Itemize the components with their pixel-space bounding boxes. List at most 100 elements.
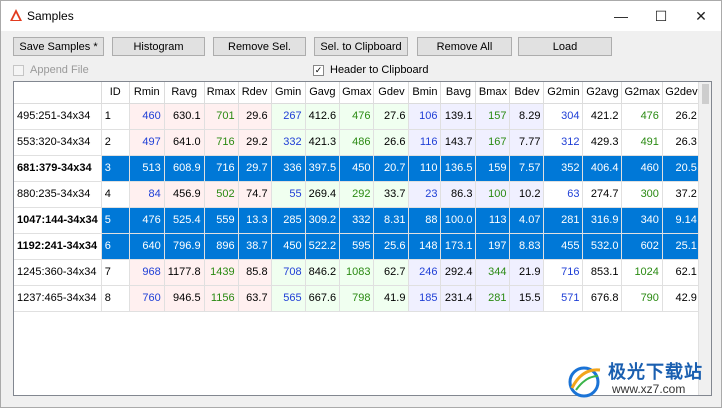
row-label[interactable]: 880:235-34x34 [14, 181, 102, 208]
column-header-g2dev[interactable]: G2dev [662, 82, 701, 104]
cell-bmin: 23 [408, 181, 442, 208]
table-row[interactable]: 880:235-34x34 4 84 456.9 502 74.7 55 269.4 292 33… [14, 181, 701, 208]
histogram-button[interactable]: Histogram [112, 37, 205, 56]
cell-gmax: 292 [339, 181, 375, 208]
cell-g2dev: 9.14 [662, 207, 701, 234]
cell-bavg: 231.4 [440, 285, 477, 312]
header-to-clipboard-checkbox[interactable]: ✓ Header to Clipboard [313, 63, 428, 77]
column-header-ravg[interactable]: Ravg [164, 82, 205, 104]
column-header-id[interactable]: ID [101, 82, 130, 104]
row-label[interactable]: 681:379-34x34 [14, 155, 102, 182]
cell-rmin: 497 [129, 129, 165, 156]
cell-rmin: 513 [129, 155, 165, 182]
column-header-gmax[interactable]: Gmax [339, 82, 375, 104]
cell-gmax: 476 [339, 103, 375, 130]
window-title: Samples [27, 9, 74, 23]
close-button[interactable]: ✕ [679, 1, 722, 31]
cell-g2avg: 274.7 [582, 181, 623, 208]
append-file-box [13, 64, 24, 76]
minimize-button[interactable]: — [599, 1, 643, 31]
save-samples-button[interactable]: Save Samples * [13, 37, 104, 56]
cell-ravg: 1177.8 [164, 259, 205, 286]
cell-bmin: 106 [408, 103, 442, 130]
remove-selected-button[interactable]: Remove Sel. [213, 37, 306, 56]
cell-bmin: 110 [408, 155, 442, 182]
selection-to-clipboard-button[interactable]: Sel. to Clipboard [314, 37, 408, 56]
row-label[interactable]: 1047:144-34x34 [14, 207, 102, 234]
cell-bavg: 292.4 [440, 259, 477, 286]
cell-g2avg: 853.1 [582, 259, 623, 286]
cell-g2min: 63 [543, 181, 584, 208]
table-row[interactable]: 1237:465-34x34 8 760 946.5 1156 63.7 565 667.6 7… [14, 285, 701, 312]
cell-ravg: 946.5 [164, 285, 205, 312]
samples-table[interactable]: ID Rmin Ravg Rmax Rdev Gmin Gavg Gmax Gdev Bmin Ba… [13, 81, 712, 396]
cell-id: 7 [101, 259, 130, 286]
column-header-bdev[interactable]: Bdev [509, 82, 545, 104]
cell-bmin: 88 [408, 207, 442, 234]
cell-g2max: 300 [621, 181, 663, 208]
cell-g2avg: 676.8 [582, 285, 623, 312]
column-header-bmin[interactable]: Bmin [408, 82, 442, 104]
samples-window: Samples — ☐ ✕ Save Samples * Histogram R… [0, 0, 722, 408]
remove-all-button[interactable]: Remove All [417, 37, 512, 56]
append-file-checkbox[interactable]: Append File [13, 63, 89, 77]
cell-g2dev: 20.5 [662, 155, 701, 182]
column-header-rdev[interactable]: Rdev [238, 82, 272, 104]
load-button[interactable]: Load [518, 37, 612, 56]
cell-gmin: 708 [271, 259, 306, 286]
cell-g2max: 1024 [621, 259, 663, 286]
column-header-g2avg[interactable]: G2avg [582, 82, 623, 104]
table-row[interactable]: 681:379-34x34 3 513 608.9 716 29.7 336 397.5 450… [14, 155, 701, 182]
column-header-bavg[interactable]: Bavg [440, 82, 477, 104]
column-header-rmin[interactable]: Rmin [129, 82, 165, 104]
app-logo-icon [10, 9, 22, 21]
cell-gdev: 25.6 [373, 233, 410, 260]
table-row[interactable]: 495:251-34x34 1 460 630.1 701 29.6 267 412.6 476… [14, 103, 701, 130]
cell-gdev: 26.6 [373, 129, 410, 156]
table-row[interactable]: 1245:360-34x34 7 968 1177.8 1439 85.8 708 846.2… [14, 259, 701, 286]
cell-bmin: 148 [408, 233, 442, 260]
cell-bavg: 143.7 [440, 129, 477, 156]
cell-gdev: 41.9 [373, 285, 410, 312]
cell-bdev: 21.9 [509, 259, 545, 286]
cell-gmax: 332 [339, 207, 375, 234]
cell-gmin: 565 [271, 285, 306, 312]
column-header-bmax[interactable]: Bmax [475, 82, 511, 104]
table-row[interactable]: 553:320-34x34 2 497 641.0 716 29.2 332 421.3 486… [14, 129, 701, 156]
row-label[interactable]: 1245:360-34x34 [14, 259, 102, 286]
cell-rdev: 63.7 [238, 285, 272, 312]
cell-id: 3 [101, 155, 130, 182]
maximize-button[interactable]: ☐ [639, 1, 683, 31]
column-header-gdev[interactable]: Gdev [373, 82, 410, 104]
column-header-g2max[interactable]: G2max [621, 82, 663, 104]
cell-rdev: 13.3 [238, 207, 272, 234]
cell-g2min: 312 [543, 129, 584, 156]
cell-bmin: 185 [408, 285, 442, 312]
row-label[interactable]: 1237:465-34x34 [14, 285, 102, 312]
watermark-logo-icon [568, 366, 601, 398]
cell-g2dev: 37.2 [662, 181, 701, 208]
row-label[interactable]: 553:320-34x34 [14, 129, 102, 156]
vertical-scrollbar[interactable] [698, 82, 711, 395]
cell-g2dev: 25.1 [662, 233, 701, 260]
cell-rdev: 38.7 [238, 233, 272, 260]
column-header-g2min[interactable]: G2min [543, 82, 584, 104]
watermark-url: www.xz7.com [612, 382, 686, 396]
column-header-gavg[interactable]: Gavg [305, 82, 341, 104]
cell-bdev: 15.5 [509, 285, 545, 312]
table-row[interactable]: 1192:241-34x34 6 640 796.9 896 38.7 450 522.2 59… [14, 233, 701, 260]
column-header-gmin[interactable]: Gmin [271, 82, 306, 104]
cell-bmin: 116 [408, 129, 442, 156]
scroll-thumb[interactable] [702, 84, 709, 104]
cell-rdev: 29.2 [238, 129, 272, 156]
cell-ravg: 630.1 [164, 103, 205, 130]
row-label[interactable]: 495:251-34x34 [14, 103, 102, 130]
cell-gdev: 8.31 [373, 207, 410, 234]
cell-gmin: 55 [271, 181, 306, 208]
cell-rmax: 1439 [204, 259, 239, 286]
cell-ravg: 641.0 [164, 129, 205, 156]
row-label[interactable]: 1192:241-34x34 [14, 233, 102, 260]
column-header-rmax[interactable]: Rmax [204, 82, 239, 104]
table-row[interactable]: 1047:144-34x34 5 476 525.4 559 13.3 285 309.2 33… [14, 207, 701, 234]
cell-bmax: 113 [475, 207, 511, 234]
